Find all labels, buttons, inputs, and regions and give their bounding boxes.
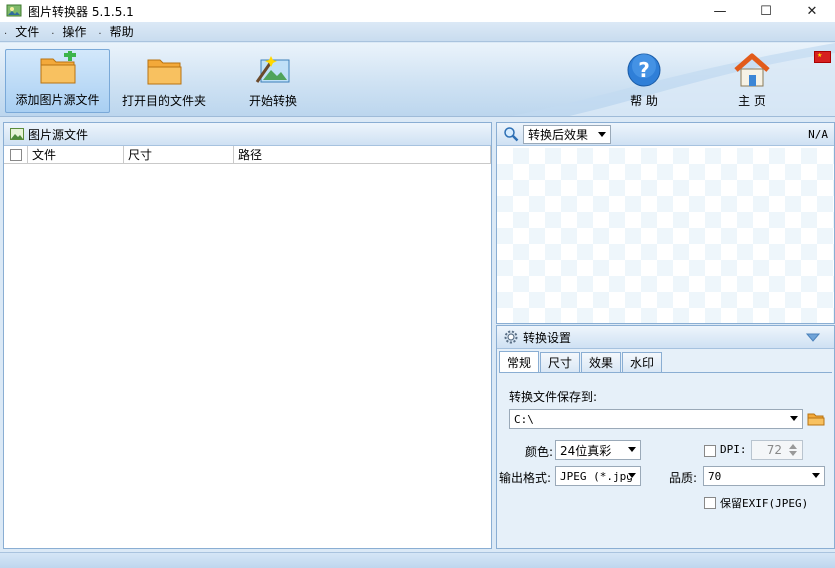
spin-arrows-icon[interactable]	[788, 442, 798, 458]
magic-wand-icon	[255, 56, 290, 83]
home-label: 主 页	[738, 94, 766, 108]
tab-effects[interactable]: 效果	[581, 352, 622, 372]
chevron-down-icon	[628, 447, 636, 452]
start-convert-label: 开始转换	[248, 94, 297, 108]
color-depth-select[interactable]: 24位真彩	[555, 440, 641, 460]
chevron-down-icon	[628, 473, 636, 478]
preview-size-label: N/A	[808, 127, 828, 141]
chevron-down-icon	[790, 416, 798, 421]
source-files-header: 图片源文件	[4, 123, 491, 146]
save-to-label: 转换文件保存到:	[509, 390, 598, 404]
select-all-column	[4, 145, 28, 164]
svg-text:?: ?	[638, 58, 650, 82]
preview-mode-select[interactable]: 转换后效果	[523, 124, 611, 144]
help-label: 帮 助	[630, 94, 658, 108]
preview-panel: 转换后效果 N/A	[496, 122, 835, 324]
chevron-down-icon	[598, 131, 606, 137]
magnifier-icon	[504, 127, 519, 142]
open-destination-folder-button[interactable]: 打开目的文件夹	[118, 49, 210, 113]
toolbar: 添加图片源文件 打开目的文件夹 开始转换 ? 帮 助 主 页	[0, 43, 835, 117]
keep-exif-label: 保留EXIF(JPEG)	[720, 497, 809, 510]
menu-file[interactable]: . 文件	[0, 23, 47, 40]
add-source-file-label: 添加图片源文件	[15, 93, 100, 107]
tab-watermark[interactable]: 水印	[622, 352, 663, 372]
collapse-triangle-icon[interactable]	[806, 333, 820, 343]
general-tab-content: 转换文件保存到: C:\ 颜色: 24位真彩 DPI: 72 输出格式: JPE…	[499, 372, 832, 548]
save-path-select[interactable]: C:\	[509, 409, 803, 429]
file-list[interactable]	[4, 164, 491, 547]
settings-title: 转换设置	[523, 330, 572, 345]
status-bar	[0, 552, 835, 568]
app-icon	[6, 3, 22, 19]
column-header-path[interactable]: 路径	[234, 145, 491, 164]
image-icon	[10, 128, 24, 140]
dpi-spinbox[interactable]: 72	[751, 440, 803, 460]
help-icon: ?	[627, 53, 661, 87]
folder-open-icon	[147, 59, 182, 85]
output-format-label: 输出格式:	[499, 471, 552, 485]
preview-header: 转换后效果 N/A	[497, 123, 834, 146]
column-header-file[interactable]: 文件	[28, 145, 124, 164]
close-button[interactable]: ✕	[789, 0, 835, 22]
file-list-header: 文件 尺寸 路径	[4, 145, 491, 164]
china-flag-icon[interactable]	[814, 51, 831, 63]
start-convert-button[interactable]: 开始转换	[232, 49, 314, 113]
keep-exif-checkbox[interactable]	[704, 497, 716, 509]
title-bar: 图片转换器 5.1.5.1 — ☐ ✕	[0, 0, 835, 22]
browse-folder-icon[interactable]	[807, 411, 825, 427]
color-label: 颜色:	[525, 445, 554, 459]
menu-operation[interactable]: . 操作	[47, 23, 94, 40]
help-button[interactable]: ? 帮 助	[612, 49, 676, 113]
quality-label: 品质:	[669, 471, 698, 485]
add-source-file-button[interactable]: 添加图片源文件	[5, 49, 110, 113]
folder-add-icon	[40, 51, 76, 84]
chevron-down-icon	[812, 473, 820, 478]
gear-icon	[504, 330, 518, 344]
quality-select[interactable]: 70	[703, 466, 825, 486]
source-files-title: 图片源文件	[28, 127, 89, 142]
home-icon	[734, 53, 770, 87]
preview-area	[497, 148, 834, 323]
column-header-size[interactable]: 尺寸	[124, 145, 234, 164]
settings-tabs: 常规 尺寸 效果 水印	[499, 351, 663, 372]
source-files-panel: 图片源文件 文件 尺寸 路径	[3, 122, 492, 549]
home-button[interactable]: 主 页	[720, 49, 784, 113]
select-all-checkbox[interactable]	[9, 148, 22, 161]
output-format-select[interactable]: JPEG (*.jpg	[555, 466, 641, 486]
maximize-button[interactable]: ☐	[743, 0, 789, 22]
settings-header: 转换设置	[497, 326, 834, 349]
dpi-label: DPI:	[720, 443, 747, 456]
window-title: 图片转换器 5.1.5.1	[28, 4, 134, 19]
open-destination-folder-label: 打开目的文件夹	[121, 94, 206, 108]
minimize-button[interactable]: —	[697, 0, 743, 22]
menu-help[interactable]: . 帮助	[94, 23, 141, 40]
tab-size[interactable]: 尺寸	[540, 352, 581, 372]
tab-general[interactable]: 常规	[499, 351, 540, 372]
dpi-checkbox[interactable]	[704, 445, 716, 457]
settings-panel: 转换设置 常规 尺寸 效果 水印 转换文件保存到: C:\ 颜色: 24位真彩 …	[496, 325, 835, 549]
menu-bar: . 文件 . 操作 . 帮助	[0, 22, 835, 42]
